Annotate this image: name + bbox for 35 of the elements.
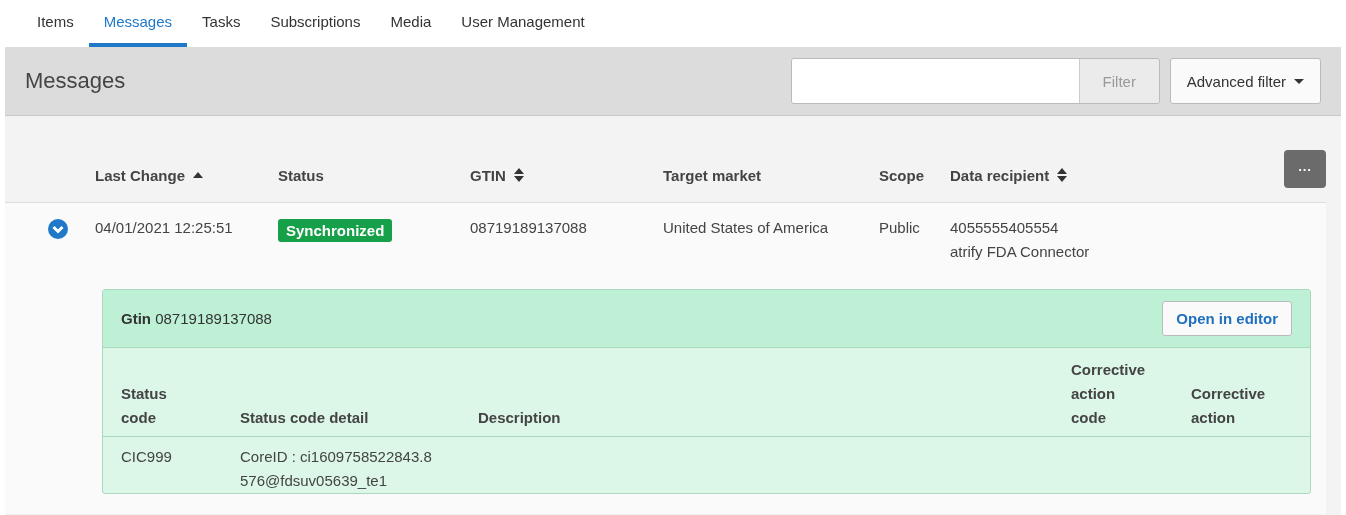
chevron-down-icon[interactable]: [48, 219, 68, 242]
caret-icon: [1294, 78, 1304, 84]
detail-title: Gtin 08719189137088: [121, 310, 272, 327]
column-header[interactable]: GTIN: [470, 166, 663, 184]
nav-tab[interactable]: Items: [22, 0, 89, 47]
table-cell-text: atrify FDA Connector: [950, 242, 1091, 262]
nav-tab[interactable]: Subscriptions: [255, 0, 376, 47]
nav-tab[interactable]: Media: [375, 0, 447, 47]
column-header[interactable]: Data recipient: [950, 166, 1266, 184]
open-in-editor-button[interactable]: Open in editor: [1162, 301, 1292, 336]
column-header: Description: [478, 408, 562, 428]
table-cell-text: United States of America: [663, 219, 830, 236]
column-header: Status code detail: [240, 408, 370, 428]
column-header: Corrective action code: [1071, 360, 1147, 428]
more-button[interactable]: ···: [1284, 150, 1326, 188]
status-badge: Synchronized: [278, 219, 393, 242]
table-cell-text: CoreID : ci1609758522843.8576@fdsuv05639_te1: [240, 447, 433, 491]
table-cell-text: Public: [879, 219, 921, 236]
advanced-filter-button[interactable]: Advanced filter: [1169, 58, 1321, 104]
column-header[interactable]: Last Change: [95, 166, 278, 184]
table-cell-text: 04/01/2021 12:25:51: [95, 219, 234, 236]
sort-icon: [1057, 168, 1068, 182]
column-header: Corrective action: [1191, 384, 1267, 428]
nav-tab[interactable]: User Management: [446, 0, 600, 47]
table-cell-text: CIC999: [121, 447, 173, 467]
nav-tab[interactable]: Tasks: [187, 0, 256, 47]
sort-ascending-icon: [193, 172, 203, 178]
column-header[interactable]: Scope: [879, 166, 950, 184]
page-title: Messages: [25, 68, 127, 94]
table-cell-text: 4055555405554: [950, 218, 1060, 238]
sort-icon: [513, 168, 524, 182]
column-header[interactable]: Status: [278, 166, 470, 184]
column-header[interactable]: Target market: [663, 166, 879, 184]
column-header: Status code: [121, 384, 168, 428]
table-cell-text: 08719189137088: [470, 219, 588, 236]
